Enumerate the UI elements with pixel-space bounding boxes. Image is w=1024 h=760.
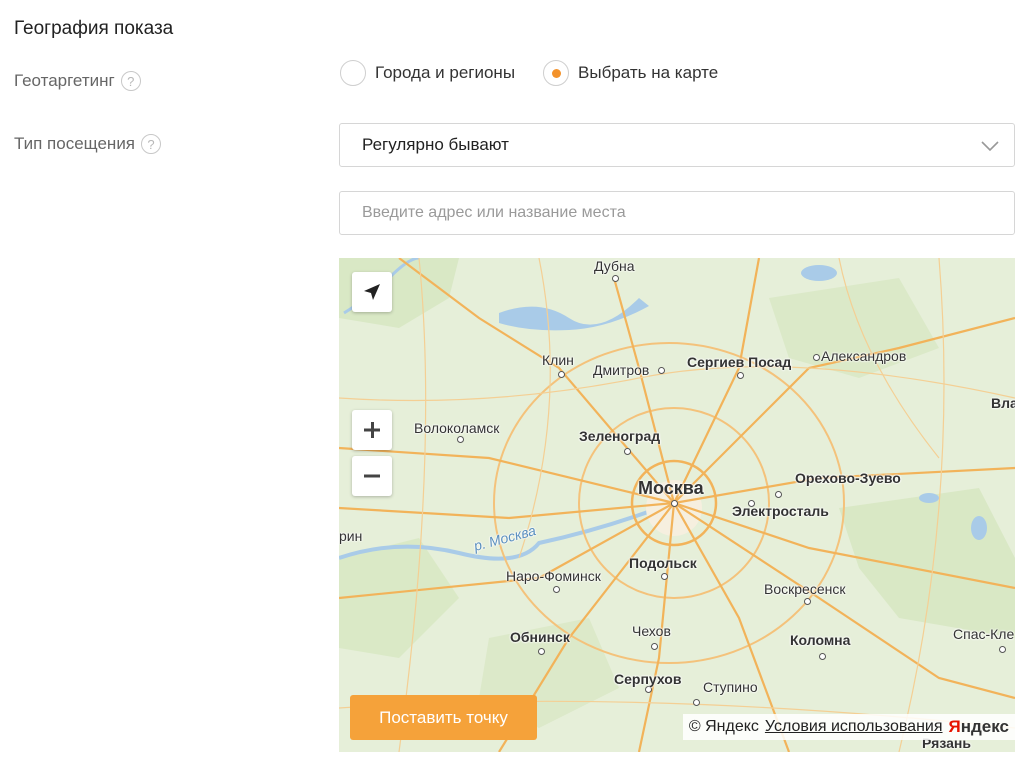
place-point-button[interactable]: Поставить точку (350, 695, 537, 740)
city-dot (819, 653, 826, 660)
visit-type-label: Тип посещения ? (14, 134, 162, 154)
city-dot (538, 648, 545, 655)
city-label: Орехово-Зуево (795, 470, 901, 486)
city-label: Вла (991, 395, 1015, 411)
city-dot (658, 367, 665, 374)
city-label: Наро-Фоминск (506, 568, 601, 584)
geotargeting-radio-group: Города и регионы Выбрать на карте (340, 60, 718, 86)
map[interactable]: Дубна Клин Дмитров Сергиев Посад Алексан… (339, 258, 1015, 752)
help-icon[interactable]: ? (120, 71, 141, 91)
city-dot (693, 699, 700, 706)
city-dot (775, 491, 782, 498)
city-dot (737, 372, 744, 379)
geotargeting-label-text: Геотаргетинг (14, 71, 115, 90)
city-dot (553, 586, 560, 593)
geolocation-button[interactable] (352, 272, 392, 312)
geotargeting-label: Геотаргетинг ? (14, 71, 141, 91)
radio-select-on-map-label[interactable]: Выбрать на карте (578, 63, 718, 83)
arrow-location-icon (364, 284, 380, 300)
city-dot (999, 646, 1006, 653)
city-dot (612, 275, 619, 282)
map-attribution: © Яндекс Условия использования Яндекс (682, 714, 1015, 740)
minus-icon (364, 474, 380, 478)
city-label: Подольск (629, 555, 697, 571)
city-label: Ступино (703, 679, 758, 695)
copyright-text: © Яндекс (688, 718, 759, 735)
city-dot (558, 371, 565, 378)
geo-section: География показа Геотаргетинг ? Города и… (0, 0, 1024, 760)
city-label: Дубна (594, 258, 635, 274)
zoom-out-button[interactable] (352, 456, 392, 496)
city-label: Александров (821, 348, 907, 364)
terms-link[interactable]: Условия использования (765, 718, 943, 736)
city-label: Волоколамск (414, 420, 500, 436)
city-label: Воскресенск (764, 581, 846, 597)
city-label: Дмитров (593, 362, 650, 378)
plus-icon (364, 422, 380, 438)
city-dot (624, 448, 631, 455)
city-label-capital: Москва (638, 478, 704, 498)
chevron-down-icon[interactable] (980, 136, 1000, 156)
visit-type-select[interactable]: Регулярно бывают (339, 123, 1015, 167)
radio-cities-regions[interactable]: Города и регионы (340, 60, 515, 86)
radio-unchecked-icon[interactable] (340, 60, 366, 86)
city-label: Клин (542, 352, 574, 368)
zoom-in-button[interactable] (352, 410, 392, 450)
city-label: Сергиев Посад (687, 354, 792, 370)
city-label: Спас-Кле (953, 626, 1015, 642)
address-search-input[interactable] (339, 191, 1015, 235)
city-dot (804, 598, 811, 605)
visit-type-label-text: Тип посещения (14, 134, 136, 153)
section-title: География показа (14, 18, 174, 39)
city-dot (671, 500, 678, 507)
city-dot (457, 436, 464, 443)
city-label: Серпухов (614, 671, 682, 687)
help-icon[interactable]: ? (141, 134, 162, 154)
city-label: Зеленоград (579, 428, 661, 444)
radio-cities-regions-label[interactable]: Города и регионы (375, 63, 515, 83)
city-dot (651, 643, 658, 650)
city-label: Коломна (790, 632, 851, 648)
visit-type-selected-value: Регулярно бывают (362, 135, 509, 154)
city-dot (813, 354, 820, 361)
city-dot (661, 573, 668, 580)
radio-checked-icon[interactable] (543, 60, 570, 86)
city-dot (645, 686, 652, 693)
yandex-logo[interactable]: Яндекс (949, 717, 1009, 737)
city-label: Электросталь (732, 503, 829, 519)
city-label: Чехов (632, 623, 671, 639)
city-label: Обнинск (510, 629, 570, 645)
city-label: рин (339, 528, 363, 544)
radio-select-on-map[interactable]: Выбрать на карте (543, 60, 718, 86)
